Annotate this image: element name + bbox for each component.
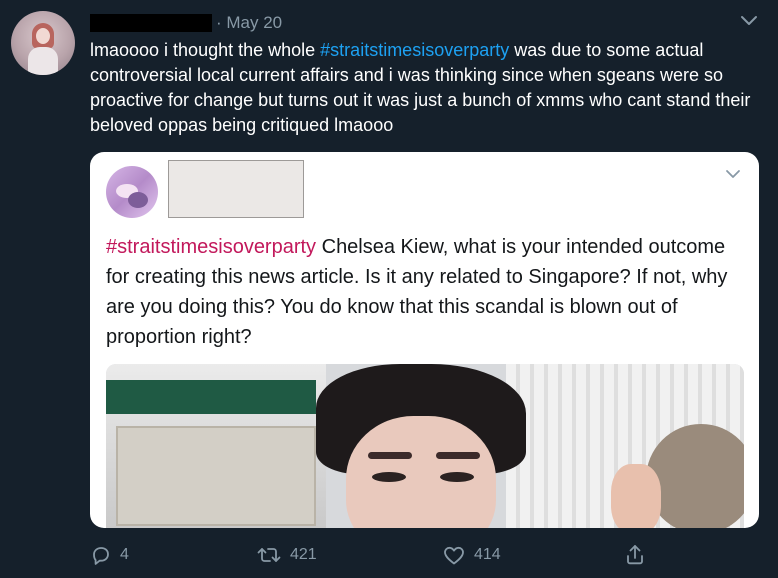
photo-right-brow [436, 452, 480, 459]
quoted-hashtag-link[interactable]: #straitstimesisoverparty [106, 236, 316, 258]
tweet: · May 20 lmaoooo i thought the whole #st… [0, 0, 778, 578]
tweet-actions: 4 421 414 [90, 540, 760, 570]
chevron-down-icon[interactable] [738, 12, 760, 30]
retweet-button[interactable]: 421 [256, 540, 317, 570]
quoted-photo[interactable] [106, 364, 744, 528]
tweet-hashtag-link[interactable]: #straitstimesisoverparty [320, 40, 509, 60]
share-icon [627, 545, 643, 565]
quoted-tweet-text: #straitstimesisoverparty Chelsea Kiew, w… [106, 232, 746, 352]
reply-button[interactable]: 4 [90, 540, 129, 570]
share-button[interactable] [624, 540, 646, 570]
photo-right-eye [440, 472, 474, 482]
reply-icon [93, 547, 109, 565]
redacted-username [90, 14, 212, 32]
quoted-tweet-card[interactable]: #straitstimesisoverparty Chelsea Kiew, w… [90, 152, 759, 528]
avatar-body [28, 47, 58, 75]
tweet-text-start: lmaoooo i thought the whole [90, 40, 321, 60]
like-button[interactable]: 414 [442, 540, 501, 570]
avatar[interactable] [11, 11, 75, 75]
tweet-header: · May 20 [90, 12, 282, 34]
quoted-avatar[interactable] [106, 166, 158, 218]
photo-second-head [646, 424, 744, 528]
retweet-count: 421 [290, 546, 317, 563]
redacted-quoted-username [168, 160, 304, 218]
photo-second-face [611, 464, 661, 528]
photo-sign [106, 380, 316, 414]
reply-count: 4 [120, 546, 129, 563]
chevron-down-icon[interactable] [724, 168, 742, 182]
photo-face [346, 416, 496, 528]
photo-left-eye [372, 472, 406, 482]
photo-left-brow [368, 452, 412, 459]
like-count: 414 [474, 546, 501, 563]
tweet-text: lmaoooo i thought the whole #straitstime… [90, 38, 770, 138]
heart-icon [444, 546, 464, 565]
avatar-face [36, 28, 50, 44]
tweet-date[interactable]: · May 20 [216, 13, 282, 33]
quoted-avatar-detail-2 [128, 192, 148, 208]
retweet-icon [257, 548, 281, 562]
photo-shelf [116, 426, 316, 526]
